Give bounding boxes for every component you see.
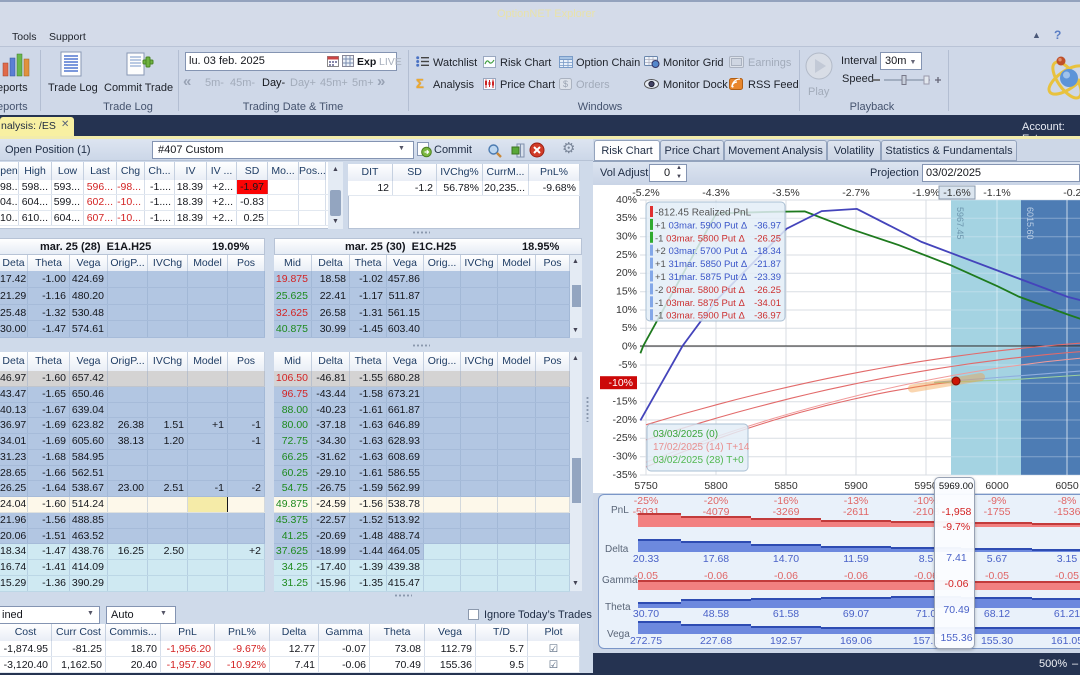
svg-text:0%: 0% [622,341,637,353]
svg-text:-35%: -35% [612,469,637,481]
svg-text:-4.3%: -4.3% [702,187,729,199]
svg-text:-18.34: -18.34 [754,246,781,257]
svg-text:-5.2%: -5.2% [632,187,659,199]
svg-text:$: $ [563,79,568,89]
svg-text:-1.1%: -1.1% [983,187,1010,199]
svg-text:-812.45 Realized PnL: -812.45 Realized PnL [655,208,752,219]
svg-text:-21.87: -21.87 [754,259,781,270]
svg-text:6050: 6050 [1055,480,1079,492]
svg-text:-34.01: -34.01 [754,298,781,309]
svg-text:-36.97: -36.97 [754,311,781,322]
svg-text:5750: 5750 [634,480,658,492]
svg-text:-1 03mar. 5900 Put Δ: -1 03mar. 5900 Put Δ [655,311,745,322]
svg-text:5800: 5800 [704,480,728,492]
svg-text:-2.7%: -2.7% [842,187,869,199]
svg-text:-1 03mar. 5800 Put Δ: -1 03mar. 5800 Put Δ [655,233,745,244]
svg-text:15%: 15% [616,286,637,298]
svg-text:+1 31mar. 5875 Put Δ: +1 31mar. 5875 Put Δ [655,272,748,283]
svg-text:17/02/2025 (14) T+14: 17/02/2025 (14) T+14 [653,442,750,453]
svg-text:-23.39: -23.39 [754,272,781,283]
svg-text:20%: 20% [616,267,637,279]
svg-text:5967.45: 5967.45 [955,207,965,240]
svg-text:-2 03mar. 5800 Put Δ: -2 03mar. 5800 Put Δ [655,285,745,296]
svg-text:-1.6%: -1.6% [943,187,970,199]
svg-text:+2 03mar. 5700 Put Δ: +2 03mar. 5700 Put Δ [655,246,748,257]
svg-text:-30%: -30% [612,451,637,463]
svg-text:+1 31mar. 5850 Put Δ: +1 31mar. 5850 Put Δ [655,259,748,270]
svg-text:-36.97: -36.97 [754,220,781,231]
svg-text:6015.60: 6015.60 [1025,207,1035,240]
svg-text:25%: 25% [616,249,637,261]
svg-text:5%: 5% [622,322,637,334]
svg-text:10%: 10% [616,304,637,316]
svg-text:03/03/2025 (0): 03/03/2025 (0) [653,429,718,440]
svg-text:-3.5%: -3.5% [772,187,799,199]
svg-text:-20%: -20% [612,414,637,426]
svg-text:5850: 5850 [774,480,798,492]
svg-text:-1 03mar. 5875 Put Δ: -1 03mar. 5875 Put Δ [655,298,745,309]
svg-text:5900: 5900 [844,480,868,492]
svg-text:-5%: -5% [618,359,637,371]
svg-text:35%: 35% [616,212,637,224]
svg-text:-10%: -10% [608,377,633,389]
svg-text:-26.25: -26.25 [754,233,781,244]
svg-text:03/02/2025 (28) T+0: 03/02/2025 (28) T+0 [653,455,744,466]
svg-text:-0.2%: -0.2% [1063,187,1080,199]
svg-text:-15%: -15% [612,396,637,408]
svg-text:+1 03mar. 5900 Put Δ: +1 03mar. 5900 Put Δ [655,220,748,231]
svg-text:-26.25: -26.25 [754,285,781,296]
svg-text:6000: 6000 [985,480,1009,492]
svg-text:30%: 30% [616,231,637,243]
svg-text:-1.9%: -1.9% [912,187,939,199]
svg-text:-25%: -25% [612,432,637,444]
